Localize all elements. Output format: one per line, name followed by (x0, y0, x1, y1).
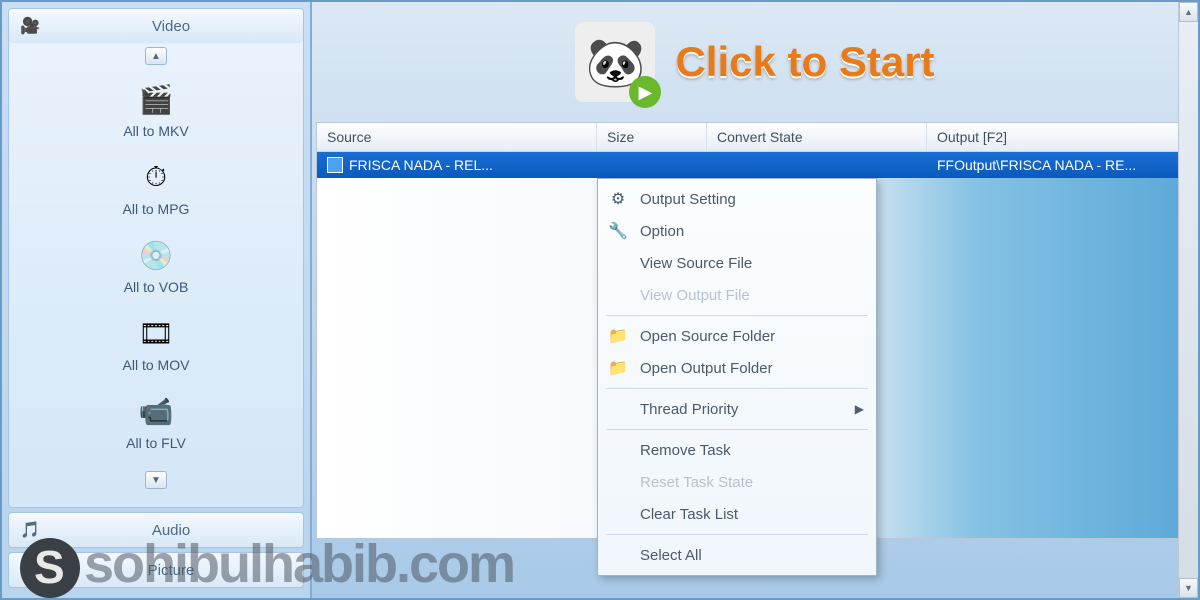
col-source[interactable]: Source (317, 123, 597, 151)
video-category-icon: 🎥 (19, 15, 41, 37)
ctx-separator (606, 315, 868, 316)
sidebar: 🎥 Video ▲ 🎬 All to MKV ⏱ All to MPG 💿 Al… (2, 2, 312, 598)
hero-banner[interactable]: 🐼 ▶ Click to Start (312, 2, 1198, 122)
video-scroll-down[interactable]: ▼ (145, 471, 167, 489)
ctx-select-all[interactable]: Select All (598, 539, 876, 571)
folder-icon: 📁 (608, 358, 628, 378)
ctx-separator (606, 534, 868, 535)
picture-category-icon: 🖼 (19, 559, 41, 581)
vob-icon: 💿 (138, 237, 174, 273)
scroll-up-button[interactable]: ▲ (1179, 2, 1198, 22)
context-menu: ⚙ Output Setting 🔧 Option View Source Fi… (597, 178, 877, 576)
mpg-icon: ⏱ (138, 159, 174, 195)
app-window: 🎥 Video ▲ 🎬 All to MKV ⏱ All to MPG 💿 Al… (0, 0, 1200, 600)
sidebar-category-picture[interactable]: 🖼 Picture (8, 552, 304, 588)
col-size[interactable]: Size (597, 123, 707, 151)
ctx-remove-task[interactable]: Remove Task (598, 434, 876, 466)
file-icon (327, 157, 343, 173)
table-row[interactable]: FRISCA NADA - REL... FFOutput\FRISCA NAD… (317, 152, 1193, 178)
folder-icon: 📁 (608, 326, 628, 346)
row-source: FRISCA NADA - REL... (349, 157, 493, 173)
wrench-icon: 🔧 (608, 221, 628, 241)
play-arrow-icon: ▶ (629, 76, 661, 108)
mov-icon: 🎞 (138, 315, 174, 351)
format-all-to-mov[interactable]: 🎞 All to MOV (9, 307, 303, 385)
ctx-view-output-file: View Output File (598, 279, 876, 311)
video-scroll-up[interactable]: ▲ (145, 47, 167, 65)
row-output: FFOutput\FRISCA NADA - RE... (927, 152, 1193, 178)
submenu-arrow-icon: ▶ (855, 402, 864, 416)
ctx-output-setting[interactable]: ⚙ Output Setting (598, 183, 876, 215)
ctx-open-source-folder[interactable]: 📁 Open Source Folder (598, 320, 876, 352)
ctx-option[interactable]: 🔧 Option (598, 215, 876, 247)
col-output[interactable]: Output [F2] (927, 123, 1193, 151)
col-state[interactable]: Convert State (707, 123, 927, 151)
hero-start-icon: 🐼 ▶ (575, 22, 655, 102)
flv-icon: 📹 (138, 393, 174, 429)
vertical-scrollbar[interactable]: ▲ ▼ (1178, 2, 1198, 598)
video-category-title: Video (49, 18, 293, 35)
audio-category-icon: 🎵 (19, 519, 41, 541)
ctx-thread-priority[interactable]: Thread Priority ▶ (598, 393, 876, 425)
ctx-clear-task-list[interactable]: Clear Task List (598, 498, 876, 530)
sidebar-category-video: 🎥 Video ▲ 🎬 All to MKV ⏱ All to MPG 💿 Al… (8, 8, 304, 508)
picture-category-title: Picture (49, 562, 293, 579)
row-state (707, 152, 927, 178)
scroll-track[interactable] (1179, 22, 1198, 578)
audio-category-title: Audio (49, 522, 293, 539)
main-panel: 🐼 ▶ Click to Start Source Size Convert S… (312, 2, 1198, 598)
hero-text: Click to Start (675, 38, 934, 86)
ctx-separator (606, 388, 868, 389)
format-all-to-flv[interactable]: 📹 All to FLV (9, 385, 303, 463)
ctx-open-output-folder[interactable]: 📁 Open Output Folder (598, 352, 876, 384)
ctx-reset-task-state: Reset Task State (598, 466, 876, 498)
row-size (597, 152, 707, 178)
table-header: Source Size Convert State Output [F2] (317, 123, 1193, 152)
gear-icon: ⚙ (608, 189, 628, 209)
ctx-separator (606, 429, 868, 430)
table-body: ⚙ Output Setting 🔧 Option View Source Fi… (317, 178, 1193, 538)
scroll-down-button[interactable]: ▼ (1179, 578, 1198, 598)
format-all-to-vob[interactable]: 💿 All to VOB (9, 229, 303, 307)
format-all-to-mpg[interactable]: ⏱ All to MPG (9, 151, 303, 229)
ctx-view-source-file[interactable]: View Source File (598, 247, 876, 279)
task-table: Source Size Convert State Output [F2] FR… (316, 122, 1194, 539)
mkv-icon: 🎬 (138, 81, 174, 117)
format-all-to-mkv[interactable]: 🎬 All to MKV (9, 73, 303, 151)
video-category-header[interactable]: 🎥 Video (9, 9, 303, 43)
sidebar-category-audio[interactable]: 🎵 Audio (8, 512, 304, 548)
video-format-list: 🎬 All to MKV ⏱ All to MPG 💿 All to VOB 🎞… (9, 69, 303, 467)
